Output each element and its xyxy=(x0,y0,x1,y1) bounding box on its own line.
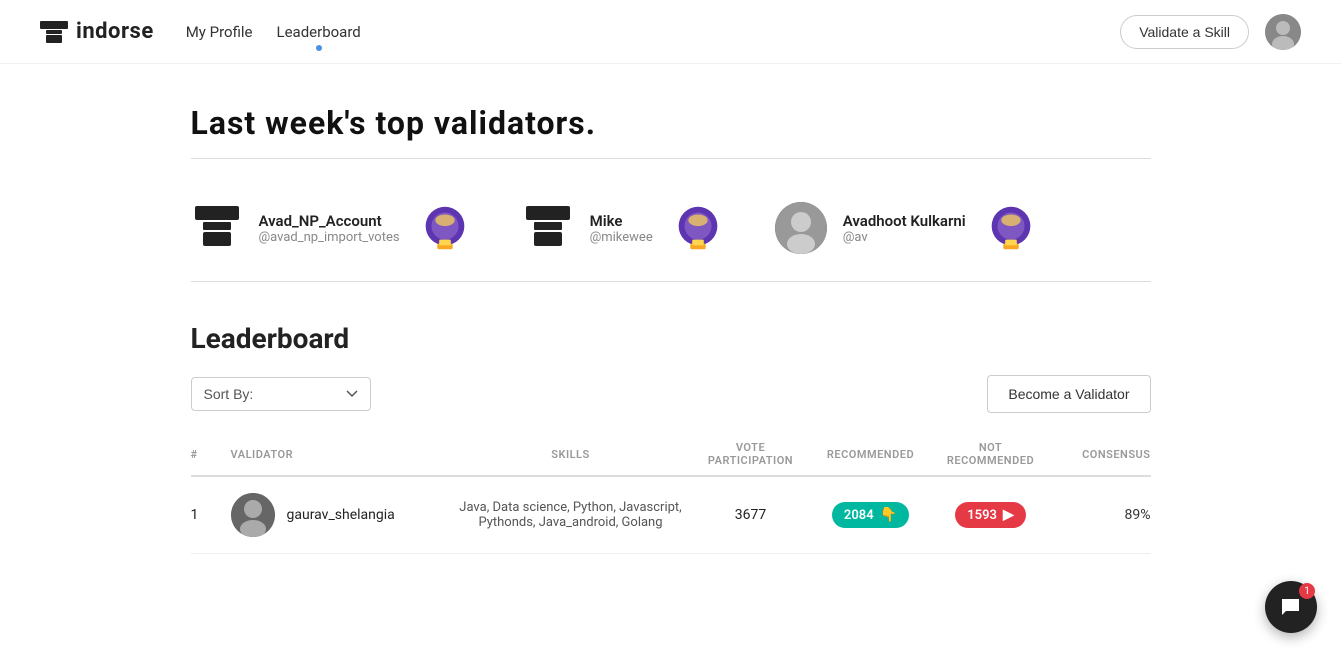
col-validator: VALIDATOR xyxy=(231,448,451,461)
sort-by-select[interactable]: Sort By: xyxy=(191,377,371,411)
validator-card-2[interactable]: Mike @mikewee xyxy=(522,199,727,257)
nav-my-profile[interactable]: My Profile xyxy=(186,23,253,41)
row-not-recommended: 1593 ▶ xyxy=(931,502,1051,528)
validator-2-info: Mike @mikewee xyxy=(590,212,653,245)
logo-text: indorse xyxy=(76,19,154,44)
nav-leaderboard[interactable]: Leaderboard xyxy=(277,23,361,41)
col-recommended: RECOMMENDED xyxy=(811,448,931,461)
validator-3-info: Avadhoot Kulkarni @av xyxy=(843,212,966,245)
validator-1-avatar xyxy=(191,202,243,254)
chat-icon xyxy=(1279,595,1303,619)
chat-bubble[interactable]: 1 xyxy=(1265,581,1317,633)
leaderboard-title: Leaderboard xyxy=(191,322,1151,355)
nav-links: My Profile Leaderboard xyxy=(186,23,361,41)
row-recommended: 2084 👇 xyxy=(811,502,931,528)
validator-3-avatar xyxy=(775,202,827,254)
play-icon: ▶ xyxy=(1003,507,1014,523)
validator-3-handle: @av xyxy=(843,230,966,245)
logo-icon xyxy=(40,21,68,43)
recommended-badge: 2084 👇 xyxy=(832,502,909,528)
bottom-divider xyxy=(191,281,1151,282)
validate-skill-button[interactable]: Validate a Skill xyxy=(1120,15,1249,49)
row-validator-cell[interactable]: gaurav_shelangia xyxy=(231,493,451,537)
logo[interactable]: indorse xyxy=(40,19,154,44)
user-avatar[interactable] xyxy=(1265,14,1301,50)
validator-3-name: Avadhoot Kulkarni xyxy=(843,212,966,230)
validator-2-avatar xyxy=(522,202,574,254)
main-content: Last week's top validators. Avad_NP_Acco… xyxy=(171,64,1171,594)
validator-card-1[interactable]: Avad_NP_Account @avad_np_import_votes xyxy=(191,199,474,257)
recommended-value: 2084 xyxy=(844,508,874,523)
leaderboard-section: Leaderboard Sort By: Become a Validator … xyxy=(191,322,1151,554)
row-rank: 1 xyxy=(191,507,231,523)
col-vote-participation: VOTEPARTICIPATION xyxy=(691,441,811,467)
row-validator-name: gaurav_shelangia xyxy=(287,507,395,523)
table-row: 1 gaurav_shelangia Java, Data science, P… xyxy=(191,477,1151,554)
top-validators-section: Last week's top validators. Avad_NP_Acco… xyxy=(191,104,1151,282)
navbar-right: Validate a Skill xyxy=(1120,14,1301,50)
validator-1-info: Avad_NP_Account @avad_np_import_votes xyxy=(259,212,400,245)
thumbs-down-icon: 👇 xyxy=(880,507,897,523)
row-consensus: 89% xyxy=(1051,507,1151,523)
avatar-image xyxy=(1265,14,1301,50)
not-recommended-value: 1593 xyxy=(967,508,997,523)
col-consensus: CONSENSUS xyxy=(1051,448,1151,461)
leaderboard-controls: Sort By: Become a Validator xyxy=(191,375,1151,413)
navbar: indorse My Profile Leaderboard Validate … xyxy=(0,0,1341,64)
row-skills: Java, Data science, Python, Javascript, … xyxy=(451,500,691,530)
top-validators-divider xyxy=(191,158,1151,159)
top-validators-title: Last week's top validators. xyxy=(191,104,1151,142)
col-rank: # xyxy=(191,448,231,461)
chat-badge: 1 xyxy=(1299,583,1315,599)
validators-row: Avad_NP_Account @avad_np_import_votes xyxy=(191,183,1151,281)
table-header: # VALIDATOR SKILLS VOTEPARTICIPATION REC… xyxy=(191,433,1151,477)
validator-2-handle: @mikewee xyxy=(590,230,653,245)
validator-card-3[interactable]: Avadhoot Kulkarni @av xyxy=(775,199,1040,257)
validator-1-handle: @avad_np_import_votes xyxy=(259,230,400,245)
col-skills: SKILLS xyxy=(451,448,691,461)
validator-2-name: Mike xyxy=(590,212,653,230)
not-recommended-badge: 1593 ▶ xyxy=(955,502,1026,528)
row-avatar xyxy=(231,493,275,537)
medal-2 xyxy=(669,199,727,257)
col-not-recommended: NOTRECOMMENDED xyxy=(931,441,1051,467)
validator-1-name: Avad_NP_Account xyxy=(259,212,400,230)
medal-3 xyxy=(982,199,1040,257)
medal-1 xyxy=(416,199,474,257)
row-vote-participation: 3677 xyxy=(691,507,811,523)
become-validator-button[interactable]: Become a Validator xyxy=(987,375,1150,413)
